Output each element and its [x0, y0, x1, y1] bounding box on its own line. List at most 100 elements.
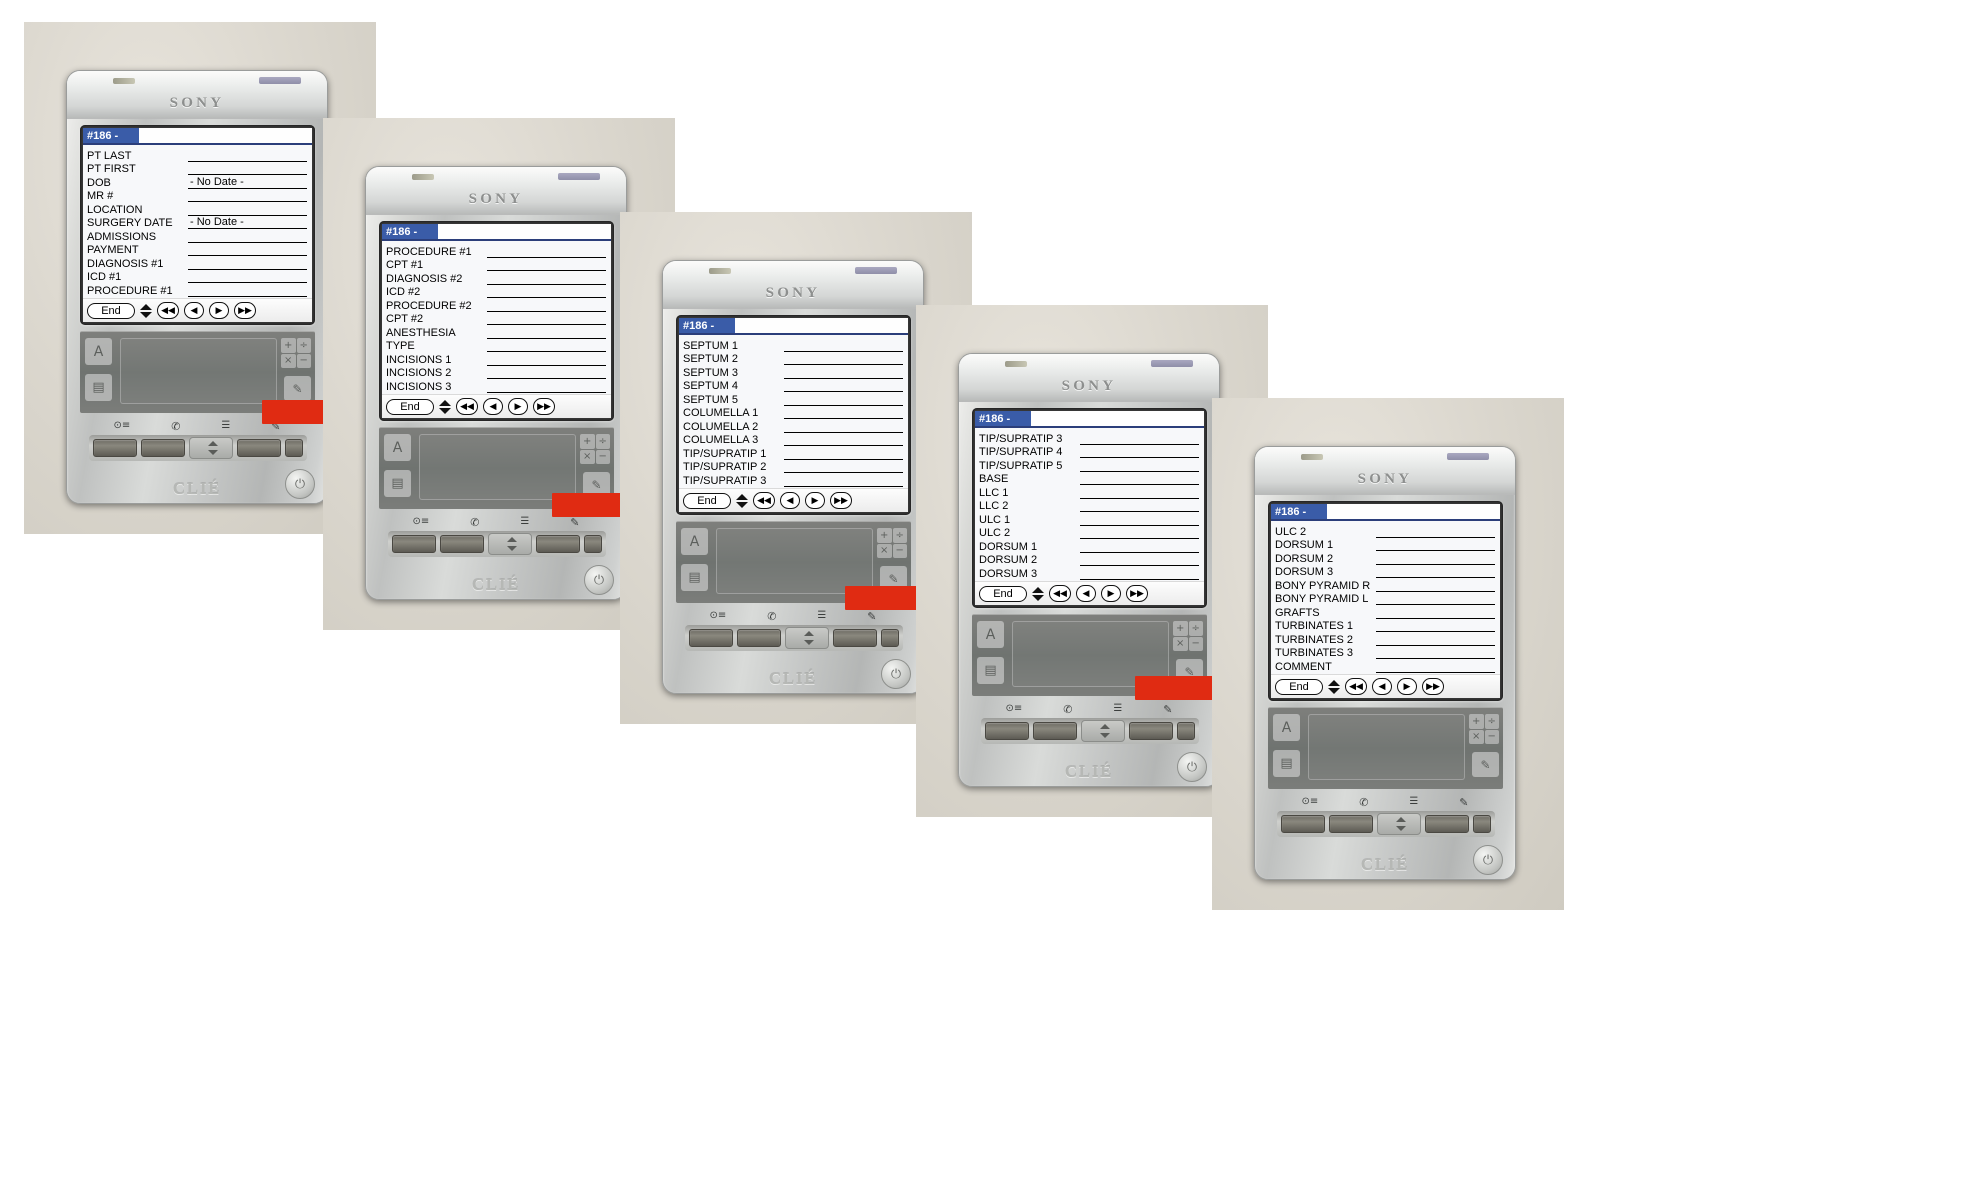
spin-down-icon-5[interactable]: [1328, 687, 1340, 694]
field-value[interactable]: [188, 255, 307, 256]
nav-first-button-3[interactable]: ◀◀: [753, 492, 775, 509]
field-value[interactable]: [1376, 577, 1495, 578]
rocker-up-icon-3[interactable]: [804, 631, 814, 636]
field-value[interactable]: [487, 256, 606, 258]
calc-mult-icon-3[interactable]: ×: [877, 543, 892, 558]
field-value[interactable]: [784, 431, 903, 433]
field-value[interactable]: [1376, 563, 1495, 565]
calc-mult-icon-1[interactable]: ×: [281, 353, 296, 368]
power-button-4[interactable]: ⏻: [1177, 752, 1207, 782]
hw-button-2a[interactable]: [392, 535, 436, 553]
record-title-3[interactable]: #186 -: [679, 318, 735, 333]
hw-button-2c[interactable]: [536, 535, 580, 553]
graffiti-abc-icon-4[interactable]: A: [977, 621, 1004, 648]
nav-first-button-1[interactable]: ◀◀: [157, 302, 179, 319]
hw-list-icon-2[interactable]: ☰: [520, 517, 529, 527]
hw-phone-icon-5[interactable]: ✆: [1359, 797, 1368, 808]
field-value[interactable]: - No Date -: [188, 176, 307, 189]
hw-button-3a[interactable]: [689, 629, 733, 647]
nav-prev-button-4[interactable]: ◀: [1076, 585, 1096, 602]
field-value[interactable]: [784, 458, 903, 460]
field-value[interactable]: [1376, 604, 1495, 605]
nav-next-button-1[interactable]: ▶: [209, 302, 229, 319]
field-value[interactable]: [188, 160, 307, 162]
calc-plus-icon-5[interactable]: +: [1469, 714, 1484, 729]
power-button-2[interactable]: ⏻: [584, 565, 614, 595]
hw-list-icon-4[interactable]: ☰: [1113, 704, 1122, 714]
field-value[interactable]: [487, 351, 606, 352]
nav-first-button-4[interactable]: ◀◀: [1049, 585, 1071, 602]
hw-list-icon-3[interactable]: ☰: [817, 611, 826, 621]
calculator-pad-5[interactable]: + ÷ × −: [1469, 714, 1499, 744]
hw-button-1b[interactable]: [141, 439, 185, 457]
graffiti-menu-icon-4[interactable]: ▤: [977, 657, 1004, 684]
hw-button-4b[interactable]: [1033, 722, 1077, 740]
calc-div-icon-3[interactable]: ÷: [892, 528, 907, 543]
spin-up-icon-3[interactable]: [736, 493, 748, 500]
graffiti-writing-box-1[interactable]: [120, 338, 277, 404]
hw-phone-icon-2[interactable]: ✆: [470, 517, 479, 528]
field-value[interactable]: [487, 283, 606, 285]
field-value[interactable]: [1080, 578, 1199, 580]
field-value[interactable]: [1080, 443, 1199, 445]
power-button-1[interactable]: ⏻: [285, 469, 315, 499]
spin-down-icon-3[interactable]: [736, 501, 748, 508]
rocker-down-icon-3[interactable]: [804, 640, 814, 645]
end-button-3[interactable]: End: [683, 492, 731, 509]
hw-phone-icon-4[interactable]: ✆: [1063, 704, 1072, 715]
spinner-2[interactable]: [439, 399, 451, 414]
nav-last-button-4[interactable]: ▶▶: [1126, 585, 1148, 602]
hw-button-5a[interactable]: [1281, 815, 1325, 833]
hw-phone-icon-1[interactable]: ✆: [171, 421, 180, 432]
field-value[interactable]: [487, 297, 606, 298]
power-button-5[interactable]: ⏻: [1473, 845, 1503, 875]
field-value[interactable]: [1376, 590, 1495, 592]
field-value[interactable]: [784, 404, 903, 406]
calc-plus-icon-1[interactable]: +: [281, 338, 296, 353]
nav-next-button-2[interactable]: ▶: [508, 398, 528, 415]
field-value[interactable]: [784, 485, 903, 487]
nav-first-button-2[interactable]: ◀◀: [456, 398, 478, 415]
graffiti-menu-icon-5[interactable]: ▤: [1273, 750, 1300, 777]
field-value[interactable]: [487, 391, 606, 393]
end-button-4[interactable]: End: [979, 585, 1027, 602]
field-value[interactable]: [487, 324, 606, 325]
rocker-up-icon-5[interactable]: [1396, 817, 1406, 822]
nav-prev-button-3[interactable]: ◀: [780, 492, 800, 509]
hw-button-5d[interactable]: [1473, 815, 1491, 833]
graffiti-menu-icon-1[interactable]: ▤: [85, 374, 112, 401]
calc-minus-icon-4[interactable]: −: [1188, 636, 1203, 651]
field-value[interactable]: [1080, 551, 1199, 553]
nav-next-button-4[interactable]: ▶: [1101, 585, 1121, 602]
field-value[interactable]: [188, 174, 307, 175]
nav-next-button-5[interactable]: ▶: [1397, 678, 1417, 695]
hw-home-icon-2[interactable]: ⊙≡: [412, 517, 429, 527]
field-value[interactable]: [188, 295, 307, 297]
hw-button-1d[interactable]: [285, 439, 303, 457]
field-value[interactable]: [1080, 565, 1199, 566]
hw-phone-icon-3[interactable]: ✆: [767, 611, 776, 622]
hw-button-5c[interactable]: [1425, 815, 1469, 833]
record-title-4[interactable]: #186 -: [975, 411, 1031, 426]
calculator-pad-2[interactable]: + ÷ × −: [580, 434, 610, 464]
hw-button-4d[interactable]: [1177, 722, 1195, 740]
field-value[interactable]: [1080, 497, 1199, 499]
end-button-2[interactable]: End: [386, 398, 434, 415]
graffiti-menu-icon-2[interactable]: ▤: [384, 470, 411, 497]
nav-last-button-5[interactable]: ▶▶: [1422, 678, 1444, 695]
spinner-1[interactable]: [140, 303, 152, 318]
spin-down-icon-1[interactable]: [140, 311, 152, 318]
lcd-screen-3[interactable]: #186 - SEPTUM 1 SEPTUM 2 SEPTUM 3 SEPTUM 4S…: [679, 318, 908, 512]
end-button-1[interactable]: End: [87, 302, 135, 319]
field-value[interactable]: [1080, 538, 1199, 539]
field-value[interactable]: [784, 418, 903, 419]
calc-mult-icon-2[interactable]: ×: [580, 449, 595, 464]
hw-button-1c[interactable]: [237, 439, 281, 457]
calc-div-icon-4[interactable]: ÷: [1188, 621, 1203, 636]
hw-button-2b[interactable]: [440, 535, 484, 553]
calculator-pad-4[interactable]: + ÷ × −: [1173, 621, 1203, 651]
field-value[interactable]: [188, 282, 307, 283]
field-value[interactable]: [1080, 524, 1199, 526]
field-value[interactable]: [1376, 631, 1495, 632]
graffiti-menu-icon-3[interactable]: ▤: [681, 564, 708, 591]
